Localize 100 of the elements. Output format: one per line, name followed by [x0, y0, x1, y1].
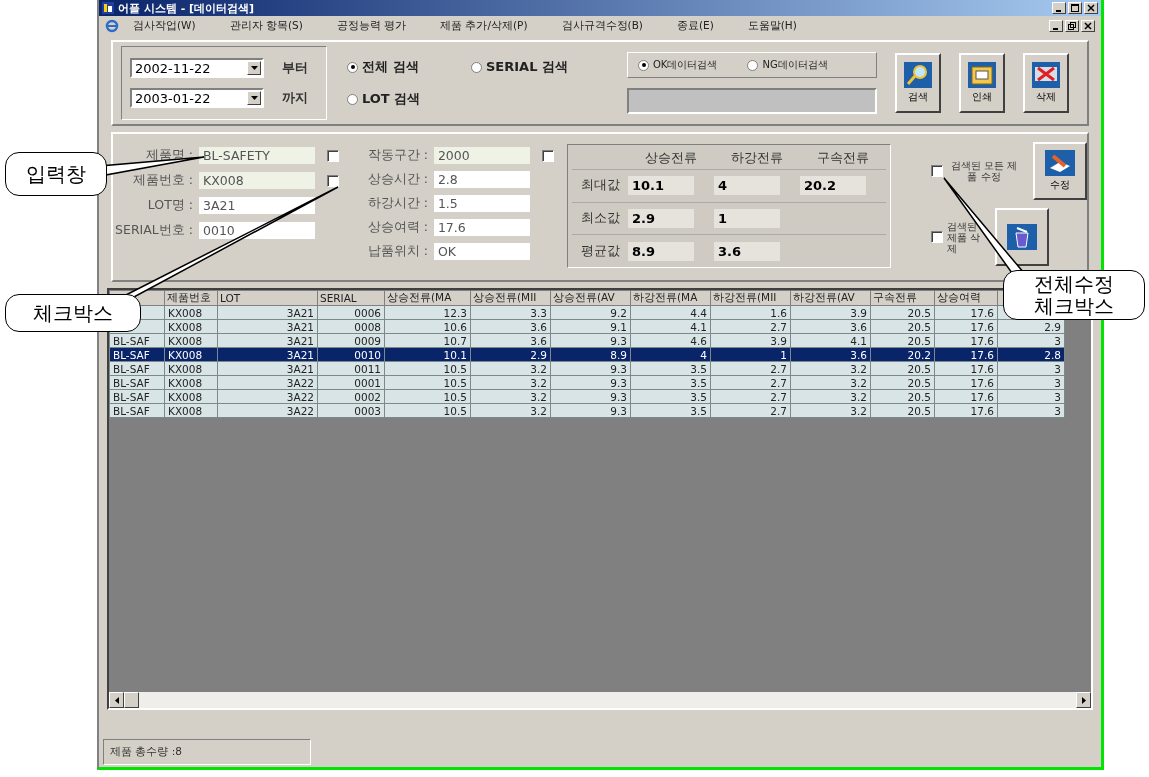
statistics-value: 20.2 [800, 176, 866, 196]
checkbox-label: 검색된 모든 제품 수정 [949, 160, 1019, 182]
field-label: 납품위치 : [366, 243, 428, 260]
callout-bubble: 전체수정 체크박스 [1003, 270, 1145, 320]
table-row[interactable]: BL-SAF KX008 3A21 0010 10.1 2.9 8.9 4 1 3.6 20.2 17.6 2.8 [109, 347, 1065, 362]
right-arrow-icon [1081, 696, 1086, 704]
search-mode-radio[interactable]: 전체 검색 [347, 58, 471, 76]
restore-icon [1068, 22, 1076, 30]
field-label: LOT명 : [146, 197, 193, 214]
column-header[interactable]: LOT [217, 290, 318, 306]
statistics-label: 평균값 [579, 242, 621, 260]
input-field[interactable]: 3A21 [199, 197, 315, 214]
minimize-button[interactable] [1052, 2, 1066, 14]
statistics-value: 3.6 [714, 241, 780, 261]
date-dropdown[interactable]: 2003-01-22 [130, 88, 264, 108]
checkbox[interactable] [931, 165, 943, 177]
folder-icon [968, 62, 996, 88]
checkbox[interactable] [327, 149, 339, 162]
input-field[interactable]: 1.5 [433, 195, 530, 212]
column-header[interactable]: 구속전류 [870, 290, 935, 306]
statistics-header: 상승전류 [644, 150, 698, 168]
menu-item[interactable]: 종료(E) [676, 19, 714, 33]
delete-button[interactable]: 삭제 [1023, 53, 1069, 113]
menu-item[interactable]: 관리자 항목(S) [229, 19, 303, 33]
dropdown-arrow-icon [250, 66, 258, 70]
pen-paper-icon [1045, 150, 1075, 176]
column-header[interactable]: 하강전류(MII [710, 290, 791, 306]
input-field[interactable]: 0010 [199, 222, 315, 239]
field-label: SERIAL번호 : [114, 222, 193, 239]
checkbox[interactable] [541, 149, 554, 162]
column-header[interactable]: 상승여력 [934, 290, 998, 306]
menu-item[interactable]: 검사작업(W) [133, 19, 196, 33]
dropdown-arrow-icon [250, 96, 258, 100]
statistics-label: 최소값 [579, 209, 621, 227]
column-header[interactable]: 제품번호 [164, 290, 218, 306]
callout-bubble: 입력창 [5, 152, 107, 196]
print-button[interactable]: 인쇄 [959, 53, 1005, 113]
delete-button[interactable] [995, 208, 1049, 266]
input-field[interactable]: 17.6 [433, 219, 530, 236]
window-title: 어플 시스템 - [데이터검색] [118, 0, 256, 16]
checkbox[interactable] [931, 231, 943, 243]
column-header[interactable]: 상승전류(MII [470, 290, 551, 306]
checkbox[interactable] [327, 174, 339, 187]
search-mode-radio[interactable]: SERIAL 검색 [471, 58, 568, 76]
scroll-left-button[interactable] [109, 692, 124, 708]
menu-item[interactable]: 공정능력 평가 [336, 19, 407, 33]
scroll-right-button[interactable] [1076, 692, 1091, 708]
status-text: 제품 총수량 :8 [103, 739, 311, 765]
scroll-thumb[interactable] [124, 692, 139, 708]
menu-item[interactable]: 도움말(H) [747, 19, 797, 33]
data-filter-radio[interactable]: NG데이터검색 [747, 58, 828, 72]
column-header[interactable]: 상승전류(AV [550, 290, 631, 306]
search-icon [904, 62, 932, 88]
menu-item[interactable]: 제품 추가/삭제(P) [440, 19, 528, 33]
table-row[interactable]: BL-SAF KX008 3A22 0002 10.5 3.2 9.3 3.5 2.7 3.2 20.5 17.6 3 [109, 389, 1065, 404]
close-icon [1087, 4, 1095, 12]
bin-icon [1007, 224, 1037, 250]
statistics-value: 10.1 [628, 176, 694, 196]
field-label: 상승시간 : [366, 171, 428, 188]
date-label: 까지 [282, 89, 308, 107]
edit-button[interactable]: 수정 [1033, 142, 1087, 200]
callout-bubble: 체크박스 [5, 294, 141, 332]
column-header[interactable]: 하강전류(MA [630, 290, 711, 306]
maximize-button[interactable] [1068, 2, 1082, 14]
close-button[interactable] [1081, 20, 1095, 32]
input-field[interactable]: OK [433, 243, 530, 260]
column-header[interactable]: 상승전류(MA [384, 290, 471, 306]
statistics-label: 최대값 [579, 177, 621, 195]
table-row[interactable]: BL-SAF KX008 3A21 0011 10.5 3.2 9.3 3.5 2.7 3.2 20.5 17.6 3 [109, 361, 1065, 376]
close-icon [1084, 22, 1092, 30]
date-label: 부터 [282, 59, 308, 77]
field-label: 하강시간 : [366, 195, 428, 212]
table-row[interactable]: BL-SAF KX008 3A21 0009 10.7 3.6 9.3 4.6 3.9 4.1 20.5 17.6 3 [109, 333, 1065, 348]
input-field[interactable]: BL-SAFETY [199, 147, 315, 164]
close-button[interactable] [1084, 2, 1098, 14]
table-row[interactable]: BL-SAF KX008 3A22 0003 10.5 3.2 9.3 3.5 2.7 3.2 20.5 17.6 3 [109, 403, 1065, 418]
horizontal-scrollbar[interactable] [109, 692, 1091, 708]
input-field[interactable]: 2000 [433, 147, 530, 164]
statistics-header: 하강전류 [730, 150, 784, 168]
maximize-icon [1071, 4, 1079, 12]
left-arrow-icon [114, 696, 119, 704]
statistics-value: 1 [714, 208, 780, 228]
minimize-button[interactable] [1049, 20, 1063, 32]
field-label: 작동구간 : [366, 147, 428, 164]
monitor-cross-icon [1032, 62, 1060, 88]
date-dropdown[interactable]: 2002-11-22 [130, 58, 264, 78]
data-filter-radio[interactable]: OK데이터검색 [638, 58, 718, 72]
input-field[interactable]: KX008 [199, 172, 315, 189]
column-header[interactable]: 하강전류(AV [790, 290, 871, 306]
restore-button[interactable] [1065, 20, 1079, 32]
statistics-value: 8.9 [628, 241, 694, 261]
search-mode-radio[interactable]: LOT 검색 [347, 90, 421, 108]
field-label: 상승여력 : [366, 219, 428, 236]
checkbox-label: 검색된 제품 삭제 [947, 220, 982, 254]
app-icon [102, 2, 114, 14]
menu-item[interactable]: 검사규격수정(B) [561, 19, 643, 33]
table-row[interactable]: BL-SAF KX008 3A22 0001 10.5 3.2 9.3 3.5 2.7 3.2 20.5 17.6 3 [109, 375, 1065, 390]
input-field[interactable]: 2.8 [433, 171, 530, 188]
search-button[interactable]: 검색 [895, 53, 941, 113]
column-header[interactable]: SERIAL [317, 290, 385, 306]
